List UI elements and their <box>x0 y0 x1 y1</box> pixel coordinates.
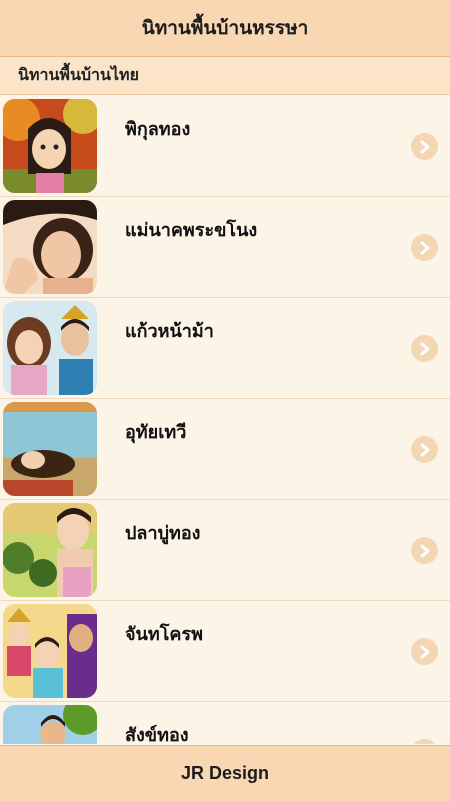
story-thumbnail <box>3 99 97 193</box>
chevron-right-icon[interactable] <box>411 436 438 463</box>
story-thumbnail <box>3 402 97 496</box>
list-item-story-7[interactable]: สังข์ทอง <box>0 702 450 744</box>
story-thumbnail <box>3 604 97 698</box>
story-title: จันทโครพ <box>125 624 203 645</box>
list-item-story-1[interactable]: พิกุลทอง <box>0 96 450 197</box>
list-item-story-6[interactable]: จันทโครพ <box>0 601 450 702</box>
story-title: สังข์ทอง <box>125 725 189 744</box>
chevron-right-icon[interactable] <box>411 335 438 362</box>
chevron-right-icon[interactable] <box>411 133 438 160</box>
chevron-right-icon[interactable] <box>411 234 438 261</box>
story-title: อุทัยเทวี <box>125 422 187 443</box>
list-item-story-4[interactable]: อุทัยเทวี <box>0 399 450 500</box>
footer-bar: JR Design <box>0 745 450 801</box>
list-item-story-3[interactable]: แก้วหน้าม้า <box>0 298 450 399</box>
section-title: นิทานพื้นบ้านไทย <box>18 65 139 84</box>
story-thumbnail <box>3 200 97 294</box>
section-header: นิทานพื้นบ้านไทย <box>0 57 450 95</box>
chevron-right-icon[interactable] <box>411 739 438 744</box>
story-title: พิกุลทอง <box>125 119 191 140</box>
story-title: ปลาบู่ทอง <box>125 523 201 544</box>
story-thumbnail <box>3 301 97 395</box>
list-item-story-5[interactable]: ปลาบู่ทอง <box>0 500 450 601</box>
story-thumbnail <box>3 503 97 597</box>
footer-credit: JR Design <box>180 763 270 783</box>
story-title: แก้วหน้าม้า <box>125 321 214 342</box>
story-title: แม่นาคพระขโนง <box>125 220 258 241</box>
app-title-bar: นิทานพื้นบ้านหรรษา <box>0 0 450 57</box>
story-thumbnail <box>3 705 97 744</box>
app-title: นิทานพื้นบ้านหรรษา <box>141 17 309 39</box>
chevron-right-icon[interactable] <box>411 537 438 564</box>
chevron-right-icon[interactable] <box>411 638 438 665</box>
story-list[interactable]: พิกุลทอง แม่นาคพระขโนง แก้วหน้าม้า อุทัย… <box>0 96 450 744</box>
list-item-story-2[interactable]: แม่นาคพระขโนง <box>0 197 450 298</box>
